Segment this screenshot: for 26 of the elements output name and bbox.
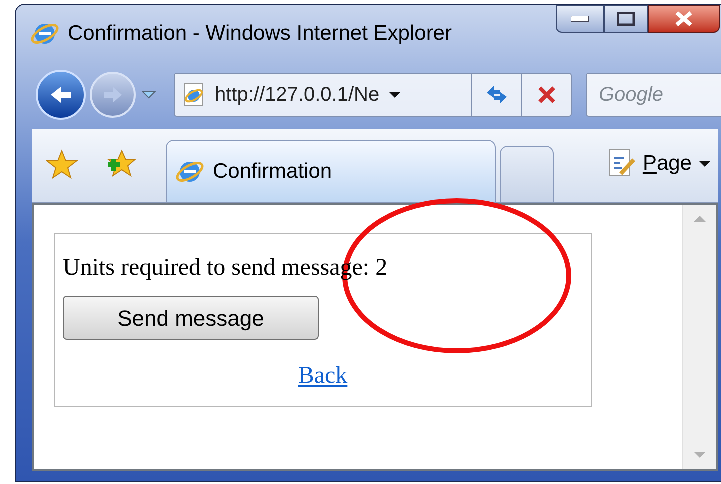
maximize-button[interactable] <box>604 5 648 33</box>
star-icon <box>46 148 78 178</box>
back-link[interactable]: Back <box>298 358 348 394</box>
page-menu-button[interactable]: Page <box>606 148 712 180</box>
send-message-button[interactable]: Send message <box>63 296 319 340</box>
stop-icon <box>536 85 556 105</box>
browser-tab[interactable]: Confirmation <box>166 140 496 202</box>
scroll-down-icon <box>692 451 706 459</box>
address-bar[interactable]: http://127.0.0.1/Ne <box>174 73 572 117</box>
minimize-icon <box>571 16 589 22</box>
dropdown-arrow-icon <box>698 160 712 168</box>
back-arrow-icon <box>49 85 73 105</box>
forward-arrow-icon <box>102 86 124 104</box>
search-field[interactable]: Google <box>586 73 721 117</box>
maximize-icon <box>617 12 635 26</box>
dropdown-arrow-icon <box>388 91 402 99</box>
url-text: http://127.0.0.1/Ne <box>215 83 380 108</box>
minimize-button[interactable] <box>556 5 604 33</box>
close-icon <box>675 11 693 27</box>
page-icon <box>183 83 205 107</box>
window-title: Confirmation - Windows Internet Explorer <box>68 21 452 47</box>
scroll-up-icon <box>692 215 706 223</box>
back-button[interactable] <box>36 70 86 120</box>
dropdown-arrow-icon <box>142 91 156 99</box>
close-button[interactable] <box>648 5 720 33</box>
page-icon <box>606 148 637 180</box>
